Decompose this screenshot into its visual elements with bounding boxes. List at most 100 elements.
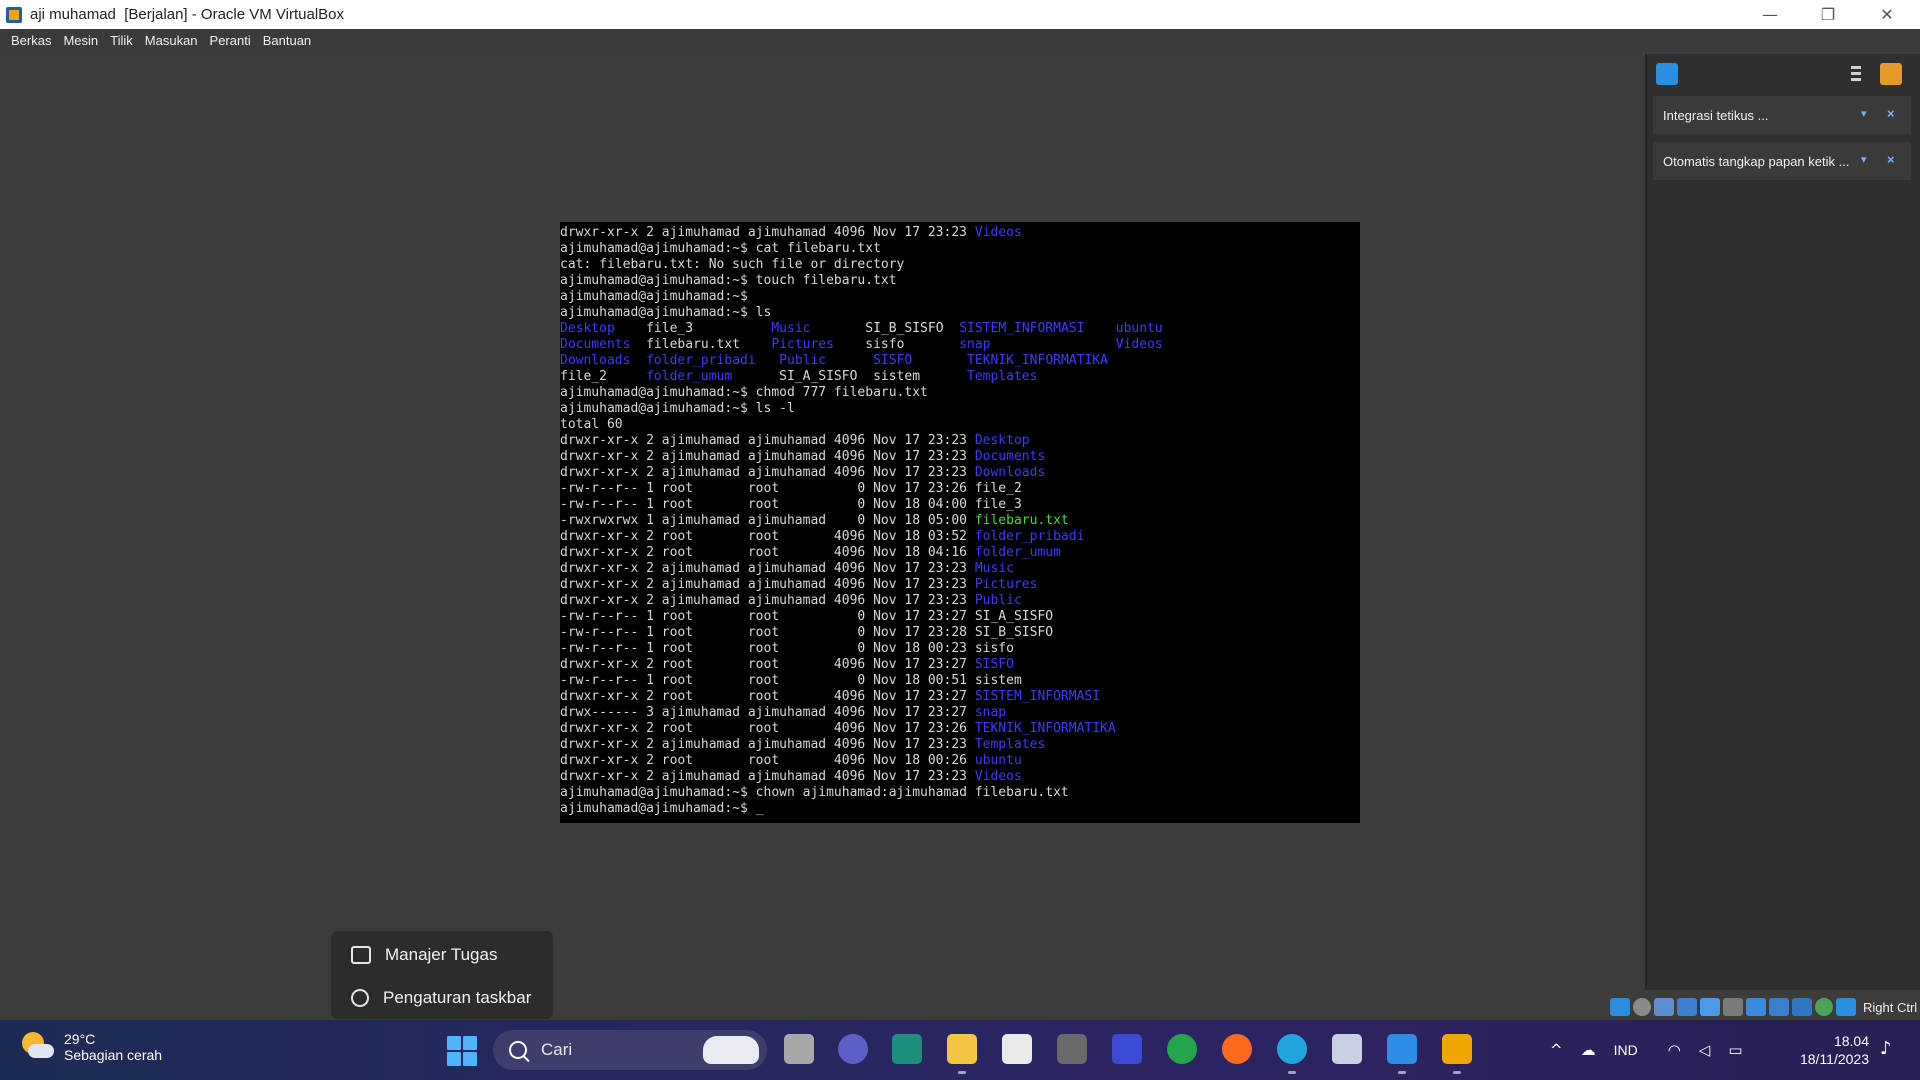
terminal-entry-blue: TEKNIK_INFORMATIKA (974, 721, 1116, 736)
usb-icon[interactable] (1700, 998, 1720, 1016)
terminal-text: file_2 (560, 369, 647, 384)
terminal-line: drwxr-xr-x 2 ajimuhamad ajimuhamad 4096 … (560, 737, 1360, 753)
running-indicator (1453, 1071, 1461, 1074)
edge-browser-icon[interactable] (1277, 1034, 1307, 1064)
terminal-line: ajimuhamad@ajimuhamad:~$ (560, 289, 1360, 305)
menu-peranti[interactable]: Peranti (204, 33, 257, 48)
virtualbox-vm-icon[interactable] (1442, 1034, 1472, 1064)
terminal-line: ajimuhamad@ajimuhamad:~$ _ (560, 801, 1360, 817)
menu-bantuan[interactable]: Bantuan (257, 33, 317, 48)
battery-icon[interactable]: ▭ (1728, 1041, 1742, 1059)
optical-drive-icon[interactable] (1633, 998, 1651, 1016)
terminal-line: drwxr-xr-x 2 root root 4096 Nov 18 00:26… (560, 753, 1360, 769)
mouse-integration-icon[interactable] (1815, 998, 1833, 1016)
taskbar-clock[interactable]: 18.04 18/11/2023 (1785, 1032, 1869, 1068)
window-titlebar[interactable]: aji muhamad [Berjalan] - Oracle VM Virtu… (0, 0, 1920, 29)
microsoft-store-icon[interactable] (1002, 1034, 1032, 1064)
unity-app-icon[interactable] (1057, 1034, 1087, 1064)
dev-tool-app-icon[interactable] (892, 1034, 922, 1064)
taskbar-search-box[interactable]: Cari (493, 1030, 767, 1070)
network-icon[interactable] (1677, 998, 1697, 1016)
close-button[interactable]: ✕ (1858, 0, 1916, 29)
sort-icon[interactable] (1849, 63, 1871, 85)
xbox-icon[interactable] (1167, 1034, 1197, 1064)
task-view-icon[interactable] (784, 1034, 814, 1064)
terminal-output: drwxr-xr-x 2 ajimuhamad ajimuhamad 4096 … (560, 225, 1360, 817)
wifi-icon[interactable]: ◠ (1668, 1041, 1681, 1059)
notification-panel-toolbar (1647, 54, 1920, 94)
terminal-entry-green: filebaru.txt (974, 513, 1069, 528)
menu-item-task-manager[interactable]: Manajer Tugas (331, 934, 555, 976)
input-language-indicator[interactable]: IND (1614, 1042, 1638, 1058)
dismiss-icon[interactable]: × (1887, 153, 1895, 167)
code-editor-icon[interactable] (1112, 1034, 1142, 1064)
terminal-line: -rw-r--r-- 1 root root 0 Nov 17 23:26 fi… (560, 481, 1360, 497)
terminal-entry-blue: ubuntu (1115, 321, 1163, 336)
volume-icon[interactable]: ◁ (1699, 1041, 1711, 1059)
display-icon[interactable] (1746, 998, 1766, 1016)
firefox-icon[interactable] (1222, 1034, 1252, 1064)
menu-tilik[interactable]: Tilik (104, 33, 139, 48)
terminal-text: sisfo (833, 337, 960, 352)
teams-chat-icon[interactable] (838, 1034, 868, 1064)
maximize-button[interactable]: ❐ (1799, 0, 1857, 29)
terminal-line: ajimuhamad@ajimuhamad:~$ touch filebaru.… (560, 273, 1360, 289)
terminal-text: drwxr-xr-x 2 root root 4096 Nov 18 00:26 (560, 753, 975, 768)
search-highlight-illustration (703, 1036, 759, 1064)
terminal-text: -rwxrwxrwx 1 ajimuhamad ajimuhamad 0 Nov… (560, 513, 975, 528)
vm-console-screen[interactable]: drwxr-xr-x 2 ajimuhamad ajimuhamad 4096 … (560, 222, 1360, 823)
terminal-text: ajimuhamad@ajimuhamad:~$ chmod 777 fileb… (560, 385, 928, 400)
terminal-entry-blue: Videos (974, 769, 1022, 784)
terminal-text: drwxr-xr-x 2 ajimuhamad ajimuhamad 4096 … (560, 433, 975, 448)
weather-temperature: 29°C (64, 1031, 96, 1047)
terminal-line: drwxr-xr-x 2 root root 4096 Nov 17 23:26… (560, 721, 1360, 737)
menu-mesin[interactable]: Mesin (57, 33, 104, 48)
dismiss-icon[interactable]: × (1887, 107, 1895, 121)
notification-text: Integrasi tetikus ... (1663, 107, 1769, 123)
file-explorer-icon[interactable] (947, 1034, 977, 1064)
terminal-text: ajimuhamad@ajimuhamad:~$ (560, 289, 748, 304)
terminal-line: drwxr-xr-x 2 root root 4096 Nov 17 23:27… (560, 657, 1360, 673)
paint-app-icon[interactable] (1387, 1034, 1417, 1064)
cpu-icon[interactable] (1792, 998, 1812, 1016)
audio-icon[interactable] (1654, 998, 1674, 1016)
terminal-line: Documents filebaru.txt Pictures sisfo sn… (560, 337, 1360, 353)
terminal-entry-blue: folder_pribadi (974, 529, 1085, 544)
terminal-line: file_2 folder_umum SI_A_SISFO sistem Tem… (560, 369, 1360, 385)
terminal-text: filebaru.txt (630, 337, 772, 352)
clear-all-icon[interactable] (1880, 63, 1902, 85)
virtualbox-manager-icon[interactable] (1332, 1034, 1362, 1064)
hard-disk-icon[interactable] (1610, 998, 1630, 1016)
notification-mouse-integration[interactable]: Integrasi tetikus ... ▾ × (1653, 96, 1911, 134)
terminal-line: drwx------ 3 ajimuhamad ajimuhamad 4096 … (560, 705, 1360, 721)
terminal-text: drwxr-xr-x 2 root root 4096 Nov 17 23:26 (560, 721, 975, 736)
terminal-line: drwxr-xr-x 2 ajimuhamad ajimuhamad 4096 … (560, 433, 1360, 449)
menu-masukan[interactable]: Masukan (139, 33, 204, 48)
chevron-up-icon[interactable]: ^ (1550, 1041, 1563, 1059)
menu-berkas[interactable]: Berkas (5, 33, 57, 48)
weather-widget[interactable]: 29°C Sebagian cerah (20, 1030, 162, 1064)
pin-icon[interactable]: ▾ (1861, 109, 1873, 120)
speech-bubble-icon[interactable] (1656, 63, 1678, 85)
pin-icon[interactable]: ▾ (1861, 155, 1873, 166)
shared-folders-icon[interactable] (1723, 998, 1743, 1016)
notification-keyboard-capture[interactable]: Otomatis tangkap papan ketik ... ▾ × (1653, 142, 1911, 180)
minimize-button[interactable]: — (1741, 0, 1799, 29)
recording-icon[interactable] (1769, 998, 1789, 1016)
running-indicator (958, 1071, 966, 1074)
terminal-text: drwxr-xr-x 2 ajimuhamad ajimuhamad 4096 … (560, 737, 975, 752)
terminal-text: drwxr-xr-x 2 ajimuhamad ajimuhamad 4096 … (560, 225, 975, 240)
notification-bell-icon[interactable]: ♪ (1880, 1038, 1892, 1059)
terminal-text: -rw-r--r-- 1 root root 0 Nov 17 23:27 SI… (560, 609, 1054, 624)
weather-description: Sebagian cerah (64, 1047, 163, 1063)
onedrive-icon[interactable]: ☁ (1581, 1041, 1596, 1059)
terminal-text: drwxr-xr-x 2 root root 4096 Nov 17 23:27 (560, 657, 975, 672)
host-key-icon[interactable] (1836, 998, 1856, 1016)
menu-item-taskbar-settings[interactable]: Pengaturan taskbar (331, 977, 555, 1019)
start-button[interactable] (447, 1036, 477, 1066)
terminal-text: drwxr-xr-x 2 root root 4096 Nov 17 23:27 (560, 689, 975, 704)
menu-item-label: Manajer Tugas (385, 945, 498, 964)
